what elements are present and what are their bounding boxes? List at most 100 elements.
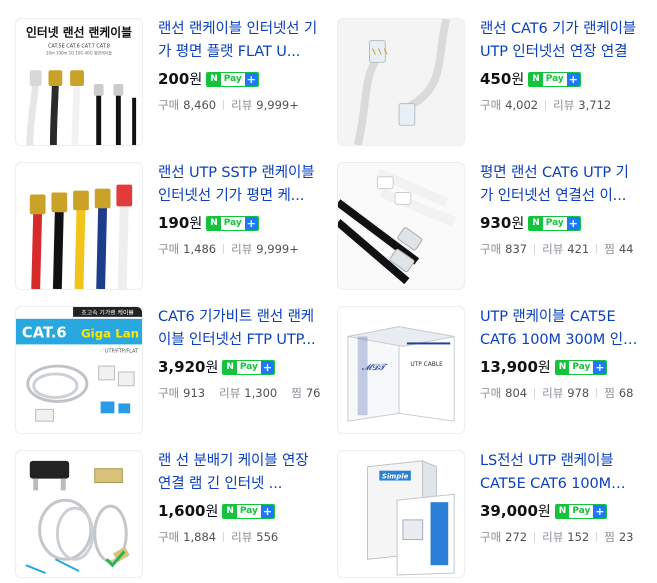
thumb-sub: UTP/FTP/FLAT [105,348,139,354]
meta-value: 421 [567,242,590,256]
meta-label: 리뷰 [231,530,253,544]
npay-pay: Pay [572,505,591,516]
product-thumbnail[interactable]: Simple [337,450,465,578]
meta-value: 44 [618,242,634,256]
npay-n: N [529,216,543,230]
meta-label: 찜 [604,242,615,256]
product-card[interactable]: 평면 랜선 CAT6 UTP 기가 인터넷선 연결선 이... 930 원 NP… [322,144,642,290]
product-thumbnail[interactable]: 인터넷 랜선 랜케이블 CAT.5E CAT.6 CAT.7 CAT.8 10m… [15,18,143,146]
meta-value: 68 [618,386,634,400]
meta-label: 리뷰 [553,98,575,112]
product-card[interactable]: 랜선 CAT6 기가 랜케이블 UTP 인터넷선 연장 연결 450 원 N Pa… [322,0,642,146]
meta-divider [596,388,598,398]
npay-pay: Pay [572,361,591,372]
meta-label: 리뷰 [542,242,564,256]
thumb-heading: 인터넷 랜선 랜케이블 [26,26,132,40]
product-meta: 구매 1,884 리뷰 556 [158,529,318,545]
meta-divider [534,532,536,542]
lan-cable-image: 인터넷 랜선 랜케이블 CAT.5E CAT.6 CAT.7 CAT.8 10m… [16,19,142,145]
cable-box-image: 𝓜𝓓𝓣 UTP CABLE [338,307,464,433]
cable-box-image: Simple [338,451,464,577]
product-price: 190 [158,214,190,232]
meta-value: 1,300 [244,386,278,400]
product-title[interactable]: 랜 선 분배기 케이블 연장 연결 램 긴 인터넷 ... [158,450,318,496]
npay-badge: N Pay + [554,503,608,519]
meta-divider [534,388,536,398]
thumb-sub: CAT.5E CAT.6 CAT.7 CAT.8 [48,44,110,50]
meta-label: 구매 [158,242,180,256]
product-title[interactable]: LS전선 UTP 랜케이블 CAT5E CAT6 100M 300M ... [480,450,640,496]
product-title[interactable]: UTP 랜케이블 CAT5E CAT6 100M 300M 인터넷... [480,306,640,352]
npay-pay: Pay [223,73,242,84]
npay-badge: N Pay + [528,215,581,231]
meta-label: 구매 [158,530,180,544]
meta-label: 구매 [480,530,502,544]
svg-text:𝓜𝓓𝓣: 𝓜𝓓𝓣 [362,363,389,373]
meta-divider [596,244,598,254]
product-thumbnail[interactable]: 초고속 기가랜 케이블 CAT.6 Giga Lan UTP/FTP/FLAT [15,306,143,434]
product-title[interactable]: 랜선 랜케이블 인터넷선 기가 평면 플랫 FLAT U... [158,18,318,64]
box-label: Simple [382,473,409,481]
currency-label: 원 [205,504,219,520]
meta-value: 76 [305,386,321,400]
product-price: 3,920 [158,358,206,376]
npay-plus-icon: + [593,504,607,518]
product-thumbnail[interactable]: 𝓜𝓓𝓣 UTP CABLE [337,306,465,434]
npay-badge: N Pay + [554,359,608,375]
meta-label: 리뷰 [231,98,253,112]
product-card[interactable]: 초고속 기가랜 케이블 CAT.6 Giga Lan UTP/FTP/FLAT … [0,288,321,434]
product-meta: 구매 804 리뷰 978 찜 68 [480,385,640,401]
npay-pay: Pay [545,73,564,84]
currency-label: 원 [511,216,525,232]
meta-value: 3,712 [578,98,612,112]
npay-plus-icon: + [260,360,274,374]
product-card[interactable]: 인터넷 랜선 랜케이블 CAT.5E CAT.6 CAT.7 CAT.8 10m… [0,0,320,146]
meta-divider [223,100,225,110]
meta-label: 찜 [291,386,302,400]
meta-label: 리뷰 [542,386,564,400]
product-title[interactable]: 랜선 CAT6 기가 랜케이블 UTP 인터넷선 연장 연결 [480,18,640,64]
meta-label: 구매 [158,98,180,112]
product-thumbnail[interactable] [15,450,143,578]
product-thumbnail[interactable] [337,162,465,290]
npay-n: N [223,504,237,518]
npay-pay: Pay [239,361,258,372]
product-card[interactable]: 랜선 UTP SSTP 랜케이블 인터넷선 기가 평면 케... 190 원 N… [0,144,320,290]
thumb-heading: CAT.6 [22,325,67,342]
currency-label: 원 [205,360,219,376]
meta-value: 913 [183,386,206,400]
currency-label: 원 [189,72,203,88]
meta-divider [223,244,225,254]
npay-n: N [223,360,237,374]
product-card[interactable]: 랜 선 분배기 케이블 연장 연결 램 긴 인터넷 ... 1,600 원 NP… [0,432,320,578]
npay-n: N [207,72,221,86]
lan-cable-image [16,163,142,289]
product-price: 13,900 [480,358,538,376]
npay-pay: Pay [545,217,564,228]
currency-label: 원 [189,216,203,232]
product-card[interactable]: 𝓜𝓓𝓣 UTP CABLE UTP 랜케이블 CAT5E CAT6 100M 3… [322,288,642,434]
product-title[interactable]: 평면 랜선 CAT6 UTP 기가 인터넷선 연결선 이... [480,162,640,208]
npay-plus-icon: + [244,216,258,230]
meta-value: 152 [567,530,590,544]
product-card[interactable]: Simple LS전선 UTP 랜케이블 CAT5E CAT6 100M 300… [322,432,642,578]
splitter-cable-image [16,451,142,577]
currency-label: 원 [511,72,525,88]
npay-badge: N Pay + [206,71,259,87]
npay-n: N [529,72,543,86]
npay-pay: Pay [239,505,258,516]
lan-cable-image [338,19,464,145]
npay-badge: N Pay + [528,71,581,87]
npay-n: N [555,504,570,518]
lan-cable-image [338,163,464,289]
meta-divider [596,532,598,542]
lan-cable-image: 초고속 기가랜 케이블 CAT.6 Giga Lan UTP/FTP/FLAT [16,307,142,433]
product-thumbnail[interactable] [15,162,143,290]
meta-label: 리뷰 [231,242,253,256]
meta-label: 리뷰 [542,530,564,544]
product-meta: 구매 1,486 리뷰 9,999+ [158,241,318,257]
product-title[interactable]: 랜선 UTP SSTP 랜케이블 인터넷선 기가 평면 케... [158,162,318,208]
product-thumbnail[interactable] [337,18,465,146]
npay-plus-icon: + [244,72,258,86]
product-title[interactable]: CAT6 기가비트 랜선 랜케이블 인터넷선 FTP UTP... [158,306,318,352]
